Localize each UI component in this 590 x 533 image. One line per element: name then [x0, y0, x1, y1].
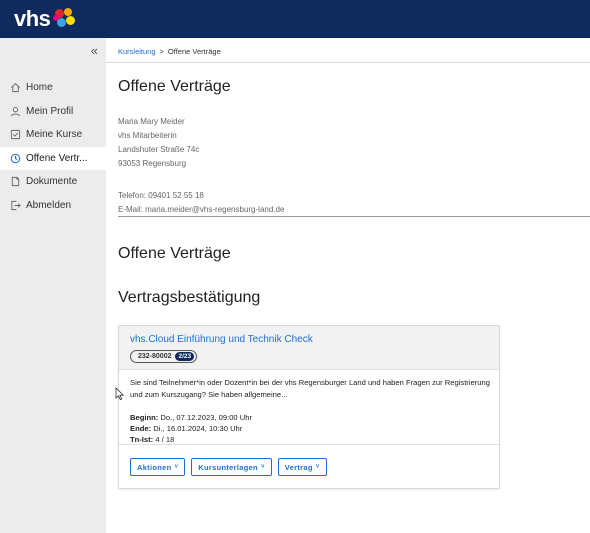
course-end: Ende: Di., 16.01.2024, 10:30 Uhr	[130, 423, 252, 434]
begin-label: Beginn:	[130, 413, 159, 422]
sidebar-item-home[interactable]: Home	[0, 76, 106, 100]
course-title-link[interactable]: vhs.Cloud Einführung und Technik Check	[130, 334, 489, 345]
person-email: E-Mail: maria.meider@vhs-regensburg-land…	[118, 205, 285, 214]
aktionen-dropdown-button[interactable]: Aktionen ˅	[130, 458, 186, 476]
person-role: vhs Mitarbeiterin	[118, 131, 177, 140]
sidebar-item-label: Offene Vertr...	[26, 152, 88, 164]
subsection-title: Vertragsbestätigung	[118, 289, 261, 306]
button-label: Vertrag	[284, 462, 313, 472]
clock-icon	[9, 152, 21, 164]
course-number-badge: 232-80002 2/23	[130, 350, 198, 363]
section-divider	[118, 216, 590, 217]
mouse-cursor-icon	[115, 387, 125, 401]
sidebar-item-label: Mein Profil	[26, 105, 74, 117]
breadcrumb-current: Offene Verträge	[167, 47, 221, 56]
logo-text: vhs	[14, 6, 51, 31]
button-label: Kursunterlagen	[198, 462, 258, 472]
vertrag-dropdown-button[interactable]: Vertrag ˅	[277, 458, 327, 476]
page-title: Offene Verträge	[118, 78, 231, 95]
home-icon	[9, 82, 21, 94]
end-value: Di., 16.01.2024, 10:30 Uhr	[153, 424, 243, 433]
vhs-logo[interactable]: vhs	[14, 6, 77, 32]
breadcrumb-separator: >	[159, 47, 164, 56]
sidebar-item-label: Abmelden	[26, 199, 72, 211]
sidebar-item-abmelden[interactable]: Abmelden	[0, 194, 106, 218]
address-block: Maria Mary Meider vhs Mitarbeiterin Land…	[118, 115, 199, 171]
section-title: Offene Verträge	[118, 245, 231, 262]
breadcrumb-divider	[106, 62, 590, 63]
collapse-sidebar-button[interactable]: «	[91, 43, 98, 58]
user-icon	[9, 105, 21, 117]
course-meta: Beginn: Do., 07.12.2023, 09:00 Uhr Ende:…	[130, 412, 252, 445]
main-content: Kursleitung > Offene Verträge Offene Vertr…	[106, 38, 590, 533]
begin-value: Do., 07.12.2023, 09:00 Uhr	[160, 413, 253, 422]
end-label: Ende:	[130, 424, 152, 433]
chevron-down-icon: ˅	[260, 464, 265, 470]
sidebar-item-label: Meine Kurse	[26, 129, 83, 141]
top-bar: vhs	[0, 0, 590, 38]
chevron-down-icon: ˅	[315, 464, 320, 470]
chevron-down-icon: ˅	[174, 464, 179, 470]
card-divider	[119, 444, 499, 445]
course-number: 232-80002	[138, 353, 172, 360]
breadcrumb: Kursleitung > Offene Verträge	[118, 47, 221, 56]
card-actions: Aktionen ˅ Kursunterlagen ˅ Vertrag ˅	[130, 458, 327, 476]
button-label: Aktionen	[137, 462, 172, 472]
sidebar-nav: Home Mein Profil Meine Kurse Offene Vert…	[0, 76, 106, 217]
person-name: Maria Mary Meider	[118, 117, 185, 126]
logo-blobs-icon	[53, 8, 77, 30]
contract-card: vhs.Cloud Einführung und Technik Check 2…	[118, 325, 500, 489]
contact-block: Telefon: 09401 52 55 18 E-Mail: maria.me…	[118, 189, 284, 217]
kursunterlagen-dropdown-button[interactable]: Kursunterlagen ˅	[191, 458, 272, 476]
sidebar: « Home Mein Profil Meine Kurse Offene Ve…	[0, 38, 106, 533]
checkbox-icon	[9, 129, 21, 141]
sidebar-item-offene-vertraege[interactable]: Offene Vertr...	[0, 146, 106, 170]
sidebar-item-label: Dokumente	[26, 176, 78, 188]
sidebar-item-dokumente[interactable]: Dokumente	[0, 170, 106, 194]
course-description: Sie sind Teilnehmer*in oder Dozent*in be…	[130, 378, 490, 399]
tn-value: 4 / 18	[155, 435, 175, 444]
person-street: Landshuter Straße 74c	[118, 145, 200, 154]
logout-icon	[9, 199, 21, 211]
document-icon	[9, 176, 21, 188]
semester-pill: 2/23	[175, 352, 195, 361]
course-begin: Beginn: Do., 07.12.2023, 09:00 Uhr	[130, 412, 252, 423]
sidebar-item-mein-profil[interactable]: Mein Profil	[0, 100, 106, 124]
sidebar-item-label: Home	[26, 82, 53, 94]
person-city: 93053 Regensburg	[118, 159, 187, 168]
tn-label: Tn-Ist:	[130, 435, 154, 444]
breadcrumb-link-kursleitung[interactable]: Kursleitung	[118, 47, 156, 56]
person-phone: Telefon: 09401 52 55 18	[118, 191, 204, 200]
sidebar-item-meine-kurse[interactable]: Meine Kurse	[0, 123, 106, 147]
card-header: vhs.Cloud Einführung und Technik Check 2…	[119, 326, 499, 370]
